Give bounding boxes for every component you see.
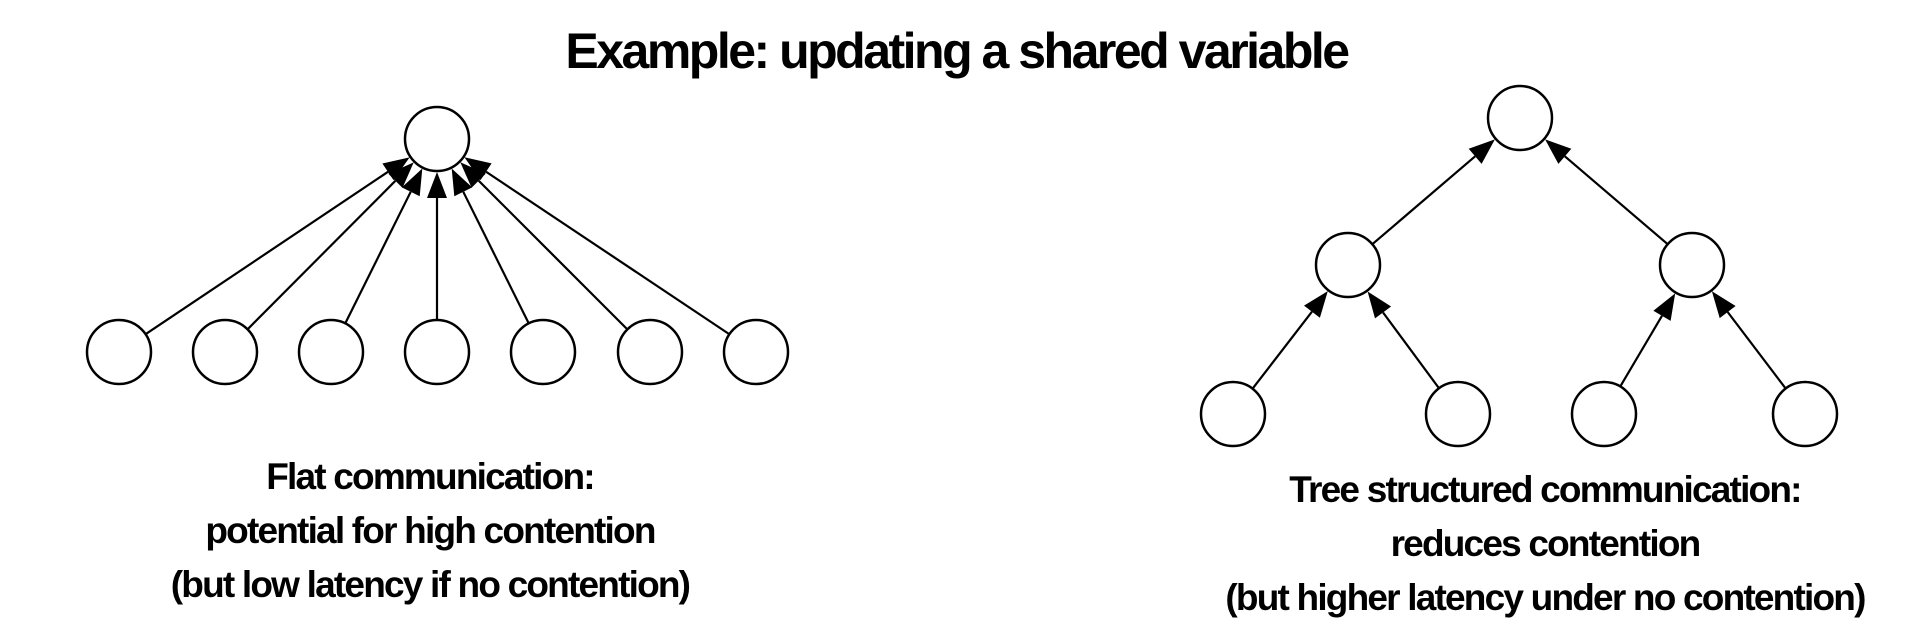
flat-caption-line-2: potential for high contention [205,510,656,551]
flat-edge-4-arrowhead [427,172,447,198]
flat-caption-line-3: (but low latency if no contention) [170,564,691,605]
tree-edge-leaf-2-arrowhead [1367,291,1392,319]
tree-edge-mid-2-line [1564,155,1669,246]
tree-edge-mid-1-arrowhead [1468,139,1495,164]
tree-edge-leaf-1-line [1251,311,1313,390]
flat-edge-5-line [462,191,530,324]
flat-leaf-node-5 [509,318,577,386]
tree-edge-leaf-3-line [1619,315,1663,388]
flat-edge-2-line [246,180,397,331]
tree-mid-node-2 [1658,231,1726,299]
tree-caption: Tree structured communication: reduces c… [1195,463,1895,625]
flat-caption-line-1: Flat communication: [266,456,595,497]
tree-leaf-node-1 [1199,380,1267,448]
tree-edge-mid-2-arrowhead [1545,139,1572,164]
tree-edge-leaf-2-line [1382,311,1440,389]
flat-leaf-node-1 [85,318,153,386]
tree-caption-line-3: (but higher latency under no contention) [1225,577,1866,618]
tree-edge-mid-1-line [1371,155,1476,246]
tree-caption-line-1: Tree structured communication: [1289,469,1802,510]
tree-edge-leaf-4-arrowhead [1711,291,1736,319]
flat-edge-3-line [344,191,412,324]
flat-caption: Flat communication: potential for high c… [130,450,730,612]
flat-leaf-node-6 [616,318,684,386]
tree-caption-line-2: reduces contention [1390,523,1702,564]
tree-mid-node-1 [1314,231,1382,299]
tree-edge-leaf-1-arrowhead [1304,291,1328,318]
tree-edge-leaf-4-line [1726,311,1787,390]
tree-leaf-node-2 [1424,380,1492,448]
tree-root-node [1486,84,1554,152]
flat-edge-6-line [477,179,629,331]
tree-leaf-node-3 [1570,380,1638,448]
flat-leaf-node-2 [191,318,259,386]
flat-communication-diagram [85,105,790,386]
flat-leaf-node-3 [297,318,365,386]
tree-edge-leaf-3-arrowhead [1653,293,1676,321]
flat-leaf-node-7 [722,318,790,386]
tree-communication-diagram [1199,84,1839,448]
flat-root-node [403,105,471,173]
flat-leaf-node-4 [403,318,471,386]
tree-leaf-node-4 [1771,380,1839,448]
